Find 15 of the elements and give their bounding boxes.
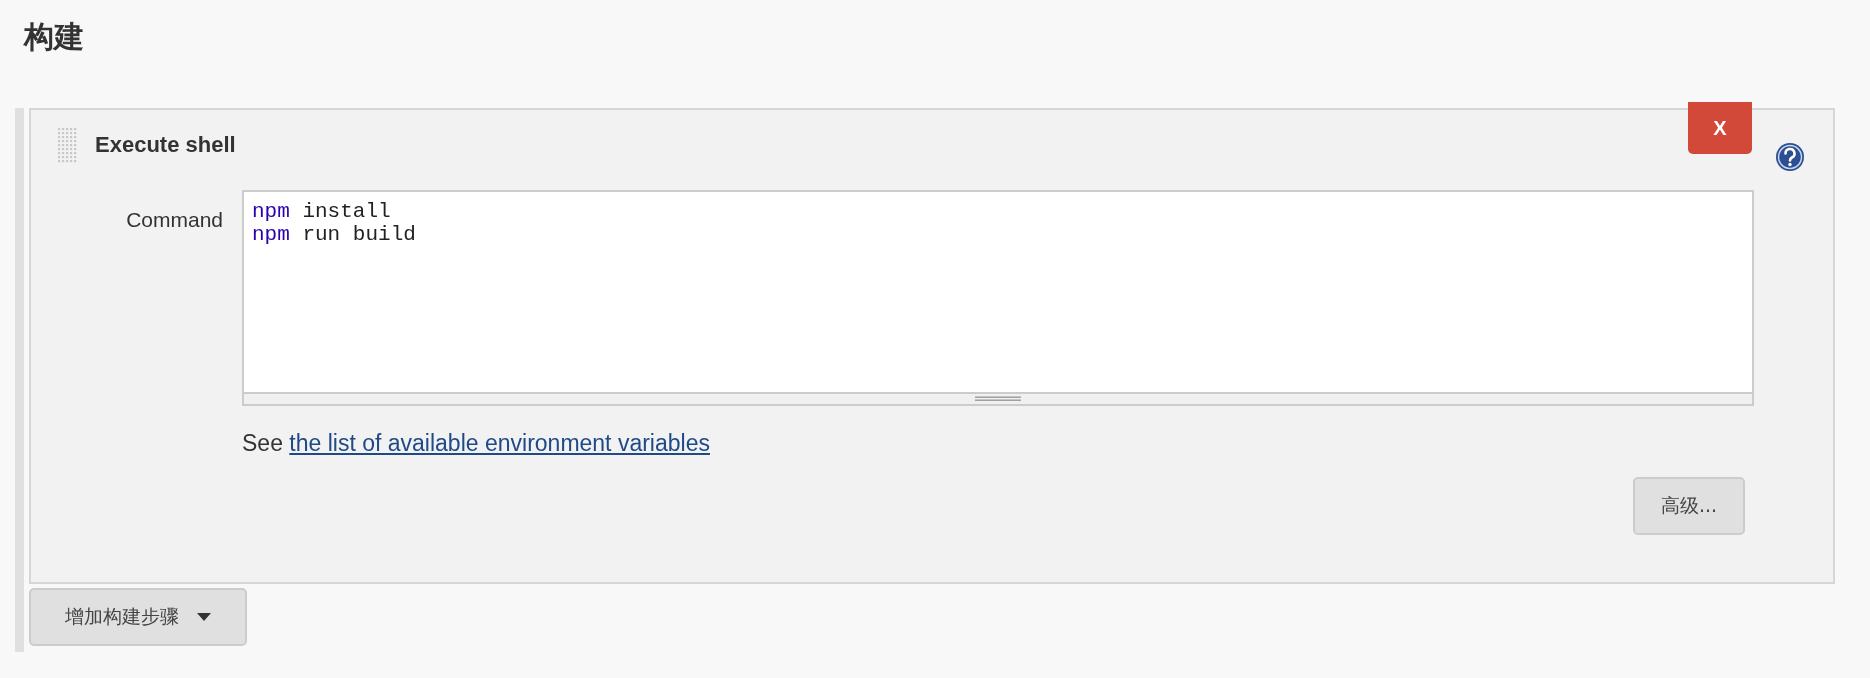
drag-handle-icon[interactable] xyxy=(57,127,79,163)
caret-icon xyxy=(197,613,211,621)
environment-variables-link[interactable]: the list of available environment variables xyxy=(289,430,710,456)
step-title: Execute shell xyxy=(95,132,236,158)
code-line: npm run build xyxy=(252,223,416,246)
add-build-step-button[interactable]: 增加构建步骤 xyxy=(29,588,247,646)
code-line: npm install xyxy=(252,200,391,223)
hint-text: See xyxy=(242,430,283,456)
command-label: Command xyxy=(125,207,223,233)
advanced-button[interactable]: 高级... xyxy=(1633,477,1745,535)
resize-grip-icon[interactable] xyxy=(975,396,1021,402)
help-icon[interactable] xyxy=(1775,142,1805,172)
section-heading: 构建 xyxy=(24,18,85,56)
delete-button[interactable]: X xyxy=(1688,102,1752,154)
command-field[interactable]: npm install npm run build xyxy=(242,190,1754,406)
